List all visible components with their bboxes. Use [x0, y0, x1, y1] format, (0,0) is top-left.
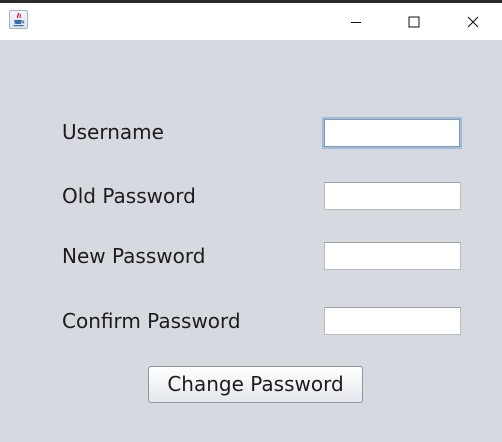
new-password-label: New Password: [62, 244, 206, 268]
minimize-button[interactable]: [327, 3, 385, 40]
confirm-password-label: Confirm Password: [62, 309, 241, 333]
java-cup-icon[interactable]: [9, 10, 28, 29]
maximize-button[interactable]: [385, 3, 443, 40]
close-icon: [467, 16, 479, 27]
title-bar[interactable]: [0, 3, 502, 40]
new-password-field[interactable]: [324, 242, 461, 270]
username-label: Username: [62, 120, 164, 144]
minimize-icon: [351, 21, 361, 23]
close-button[interactable]: [444, 3, 502, 40]
change-password-button[interactable]: Change Password: [148, 366, 363, 403]
confirm-password-field[interactable]: [324, 307, 461, 335]
username-field[interactable]: [322, 117, 462, 149]
app-window: Username Old Password New Password Confi…: [0, 0, 502, 442]
old-password-field[interactable]: [324, 182, 461, 210]
change-password-form: Username Old Password New Password Confi…: [0, 40, 502, 442]
maximize-icon: [408, 16, 420, 27]
old-password-label: Old Password: [62, 184, 196, 208]
